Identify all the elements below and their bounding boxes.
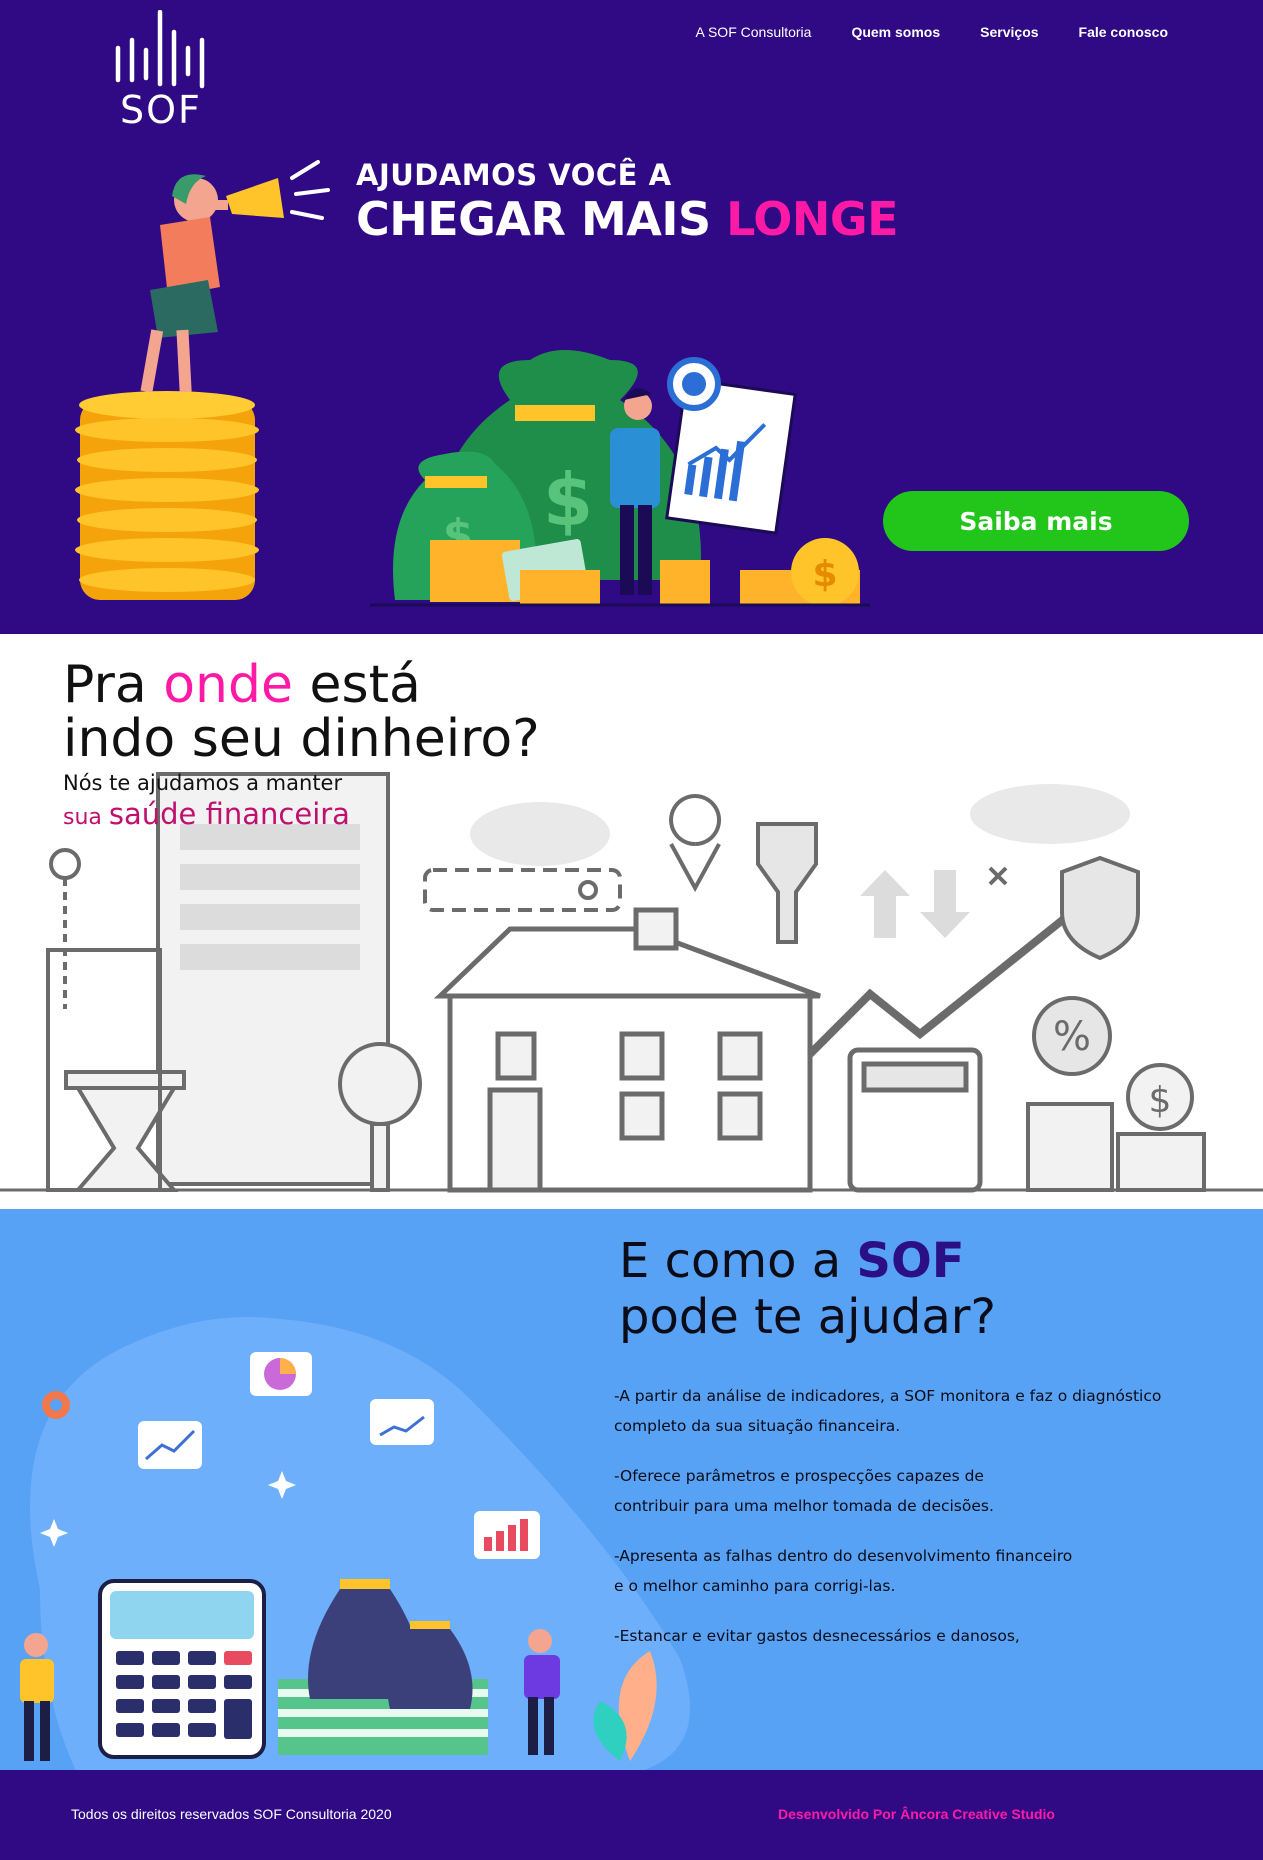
copyright-text: Todos os direitos reservados SOF Consult… <box>71 1806 392 1822</box>
pie-chart-card-icon <box>250 1352 312 1396</box>
hero-section: SOF A SOF Consultoria Quem somos Serviço… <box>0 0 1263 634</box>
svg-text:$: $ <box>812 554 837 595</box>
money-subtitle-2-small: sua <box>63 805 109 830</box>
calculator-icon <box>847 1047 983 1193</box>
money-title-pink: onde <box>163 655 293 715</box>
coin-stack-icon <box>75 391 259 600</box>
hero-heading-line1: AJUDAMOS VOCÊ A <box>356 158 672 192</box>
money-section-title: Pra onde está indo seu dinheiro? <box>63 658 540 766</box>
house-icon <box>433 907 821 1193</box>
developer-credit-link[interactable]: Desenvolvido Por Âncora Creative Studio <box>778 1806 1055 1822</box>
calculator-icon <box>98 1579 266 1759</box>
footer: Todos os direitos reservados SOF Consult… <box>0 1770 1263 1860</box>
help-section-title: E como a SOF pode te ajudar? <box>619 1233 996 1345</box>
money-subtitle-2-big: saúde financeira <box>108 797 350 831</box>
help-item-3: -Apresenta as falhas dentro do desenvolv… <box>614 1547 1073 1595</box>
help-item-1: -A partir da análise de indicadores, a S… <box>614 1387 1162 1435</box>
help-title-a: E como a <box>619 1233 857 1289</box>
document-icon <box>156 772 390 1186</box>
money-title-line2: indo seu dinheiro? <box>63 709 540 769</box>
search-bar-icon <box>423 868 622 912</box>
help-title-line2: pode te ajudar? <box>619 1289 996 1345</box>
money-subtitle-2: sua saúde financeira <box>63 797 350 831</box>
help-item-2: -Oferece parâmetros e prospecções capaze… <box>614 1467 994 1515</box>
svg-text:$: $ <box>543 458 593 542</box>
help-section: E como a SOF pode te ajudar? -A partir d… <box>0 1209 1263 1770</box>
help-title-brand: SOF <box>856 1233 965 1289</box>
money-title-b: está <box>293 655 421 715</box>
hero-heading-line2: CHEGAR MAIS LONGE <box>356 192 899 246</box>
close-icon <box>988 866 1008 886</box>
money-section: % $ Pra onde está indo seu dinheiro? Nós… <box>0 634 1263 1209</box>
help-list: -A partir da análise de indicadores, a S… <box>614 1381 1214 1671</box>
up-down-arrows-icon <box>860 870 970 938</box>
money-title-a: Pra <box>63 655 164 715</box>
funnel-icon <box>756 822 818 944</box>
hero-heading-pink: LONGE <box>726 192 899 246</box>
woman-megaphone-icon <box>140 160 330 393</box>
hero-heading-white: CHEGAR MAIS <box>356 192 727 246</box>
shield-icon <box>1060 855 1140 961</box>
money-subtitle: Nós te ajudamos a manter <box>63 771 343 795</box>
bar-chart-card-icon <box>474 1511 540 1559</box>
trend-arrow-icon <box>807 910 1073 1057</box>
svg-text:%: % <box>1053 1014 1091 1060</box>
location-pin-icon <box>669 794 722 893</box>
svg-text:$: $ <box>1149 1080 1172 1121</box>
help-item-4: -Estancar e evitar gastos desnecessários… <box>614 1627 1020 1645</box>
gear-icon <box>42 1391 70 1419</box>
saiba-mais-button[interactable]: Saiba mais <box>883 491 1189 551</box>
